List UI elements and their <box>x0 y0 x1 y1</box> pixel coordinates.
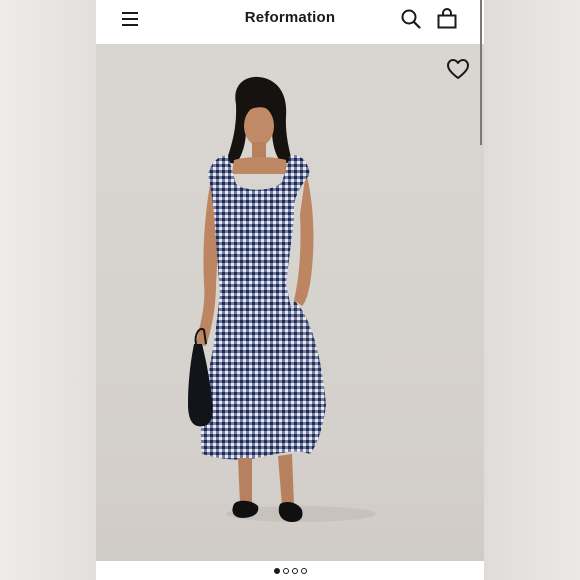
background-left-panel <box>0 0 96 580</box>
search-icon[interactable] <box>400 8 422 30</box>
brand-logo[interactable]: Reformation <box>96 9 484 26</box>
heart-outline-icon[interactable] <box>446 58 470 80</box>
product-image[interactable] <box>96 44 484 561</box>
mobile-screen: Reformation <box>96 0 484 580</box>
carousel-dot[interactable] <box>282 567 289 574</box>
model-photo-illustration <box>96 76 484 561</box>
scrollbar[interactable] <box>480 0 482 145</box>
shopping-bag-icon[interactable] <box>436 8 458 30</box>
carousel-dot[interactable] <box>300 567 307 574</box>
carousel-dot[interactable] <box>273 567 280 574</box>
background-right-panel <box>484 0 580 580</box>
top-navigation-bar: Reformation <box>96 0 484 42</box>
carousel-dot[interactable] <box>291 567 298 574</box>
image-carousel-indicator <box>96 561 484 580</box>
